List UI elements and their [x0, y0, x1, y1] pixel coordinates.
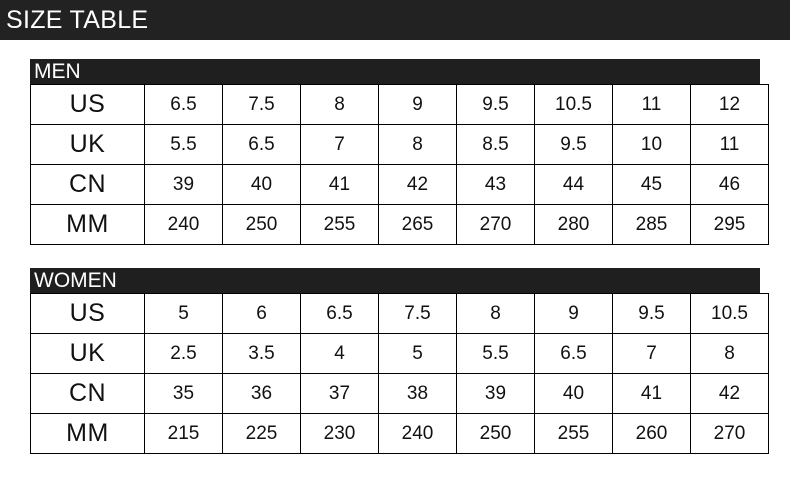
women-mm-cell-5: 250 [456, 413, 535, 454]
women-mm-cell-7: 260 [612, 413, 691, 454]
women-row-label-cn: CN [30, 373, 145, 414]
women-row-label-mm: MM [30, 413, 145, 454]
women-row-label-uk: UK [30, 333, 145, 374]
men-cn-cell-2: 40 [222, 164, 301, 205]
women-uk-cell-8: 8 [690, 333, 769, 374]
women-size-table-block: WOMEN US 5 6 6.5 7.5 8 9 9.5 10.5 UK 2.5 [30, 268, 769, 454]
men-row-label-mm: MM [30, 204, 145, 245]
men-cn-cell-6: 44 [534, 164, 613, 205]
women-mm-cell-2: 225 [222, 413, 301, 454]
men-us-cell-7: 11 [612, 84, 691, 125]
women-cn-cell-5: 39 [456, 373, 535, 414]
women-mm-cell-6: 255 [534, 413, 613, 454]
men-us-cell-4: 9 [378, 84, 457, 125]
spacer-between-tables [30, 245, 760, 268]
women-uk-cell-5: 5.5 [456, 333, 535, 374]
women-cn-cell-1: 35 [144, 373, 223, 414]
women-mm-cell-1: 215 [144, 413, 223, 454]
page-title: SIZE TABLE [6, 5, 149, 34]
men-uk-cell-6: 9.5 [534, 124, 613, 165]
men-uk-cell-4: 8 [378, 124, 457, 165]
women-uk-cell-2: 3.5 [222, 333, 301, 374]
men-uk-cell-2: 6.5 [222, 124, 301, 165]
men-us-cell-2: 7.5 [222, 84, 301, 125]
men-mm-cell-8: 295 [690, 204, 769, 245]
men-us-cell-3: 8 [300, 84, 379, 125]
men-category-label: MEN [34, 60, 81, 83]
men-cn-cell-5: 43 [456, 164, 535, 205]
men-uk-cell-7: 10 [612, 124, 691, 165]
women-us-cell-4: 7.5 [378, 293, 457, 334]
men-row-label-cn: CN [30, 164, 145, 205]
men-mm-cell-5: 270 [456, 204, 535, 245]
men-uk-cell-8: 11 [690, 124, 769, 165]
men-us-cell-1: 6.5 [144, 84, 223, 125]
women-cn-cell-7: 41 [612, 373, 691, 414]
men-row-label-us: US [30, 84, 145, 125]
men-row-label-uk: UK [30, 124, 145, 165]
men-mm-cell-3: 255 [300, 204, 379, 245]
men-mm-cell-6: 280 [534, 204, 613, 245]
men-mm-cell-1: 240 [144, 204, 223, 245]
women-uk-cell-4: 5 [378, 333, 457, 374]
women-cn-cell-3: 37 [300, 373, 379, 414]
women-uk-cell-7: 7 [612, 333, 691, 374]
women-cn-cell-2: 36 [222, 373, 301, 414]
women-cn-cell-8: 42 [690, 373, 769, 414]
women-size-table: US 5 6 6.5 7.5 8 9 9.5 10.5 UK 2.5 3.5 4… [30, 293, 769, 454]
women-uk-cell-1: 2.5 [144, 333, 223, 374]
men-cn-cell-1: 39 [144, 164, 223, 205]
men-mm-cell-4: 265 [378, 204, 457, 245]
women-us-cell-2: 6 [222, 293, 301, 334]
size-tables-container: MEN US 6.5 7.5 8 9 9.5 10.5 11 12 UK 5.5 [0, 40, 790, 454]
men-us-cell-6: 10.5 [534, 84, 613, 125]
table-row: MM 215 225 230 240 250 255 260 270 [30, 413, 769, 454]
women-category-label: WOMEN [34, 269, 117, 292]
women-uk-cell-3: 4 [300, 333, 379, 374]
women-us-cell-7: 9.5 [612, 293, 691, 334]
table-row: MM 240 250 255 265 270 280 285 295 [30, 204, 769, 245]
women-us-cell-5: 8 [456, 293, 535, 334]
table-row: UK 2.5 3.5 4 5 5.5 6.5 7 8 [30, 333, 769, 374]
women-mm-cell-4: 240 [378, 413, 457, 454]
men-us-cell-8: 12 [690, 84, 769, 125]
women-uk-cell-6: 6.5 [534, 333, 613, 374]
men-uk-cell-3: 7 [300, 124, 379, 165]
men-cn-cell-3: 41 [300, 164, 379, 205]
table-row: CN 35 36 37 38 39 40 41 42 [30, 373, 769, 414]
women-row-label-us: US [30, 293, 145, 334]
women-us-cell-3: 6.5 [300, 293, 379, 334]
women-mm-cell-8: 270 [690, 413, 769, 454]
men-cn-cell-8: 46 [690, 164, 769, 205]
women-category-header: WOMEN [30, 268, 760, 293]
table-row: UK 5.5 6.5 7 8 8.5 9.5 10 11 [30, 124, 769, 165]
men-size-table-block: MEN US 6.5 7.5 8 9 9.5 10.5 11 12 UK 5.5 [30, 59, 769, 245]
women-cn-cell-6: 40 [534, 373, 613, 414]
table-row: CN 39 40 41 42 43 44 45 46 [30, 164, 769, 205]
men-mm-cell-2: 250 [222, 204, 301, 245]
men-mm-cell-7: 285 [612, 204, 691, 245]
men-uk-cell-1: 5.5 [144, 124, 223, 165]
women-us-cell-1: 5 [144, 293, 223, 334]
men-us-cell-5: 9.5 [456, 84, 535, 125]
men-cn-cell-7: 45 [612, 164, 691, 205]
women-cn-cell-4: 38 [378, 373, 457, 414]
size-table-banner: SIZE TABLE [0, 0, 790, 40]
table-row: US 6.5 7.5 8 9 9.5 10.5 11 12 [30, 84, 769, 125]
women-us-cell-6: 9 [534, 293, 613, 334]
women-mm-cell-3: 230 [300, 413, 379, 454]
men-cn-cell-4: 42 [378, 164, 457, 205]
table-row: US 5 6 6.5 7.5 8 9 9.5 10.5 [30, 293, 769, 334]
men-uk-cell-5: 8.5 [456, 124, 535, 165]
men-category-header: MEN [30, 59, 760, 84]
men-size-table: US 6.5 7.5 8 9 9.5 10.5 11 12 UK 5.5 6.5… [30, 84, 769, 245]
women-us-cell-8: 10.5 [690, 293, 769, 334]
spacer-above-men-table [30, 40, 760, 59]
